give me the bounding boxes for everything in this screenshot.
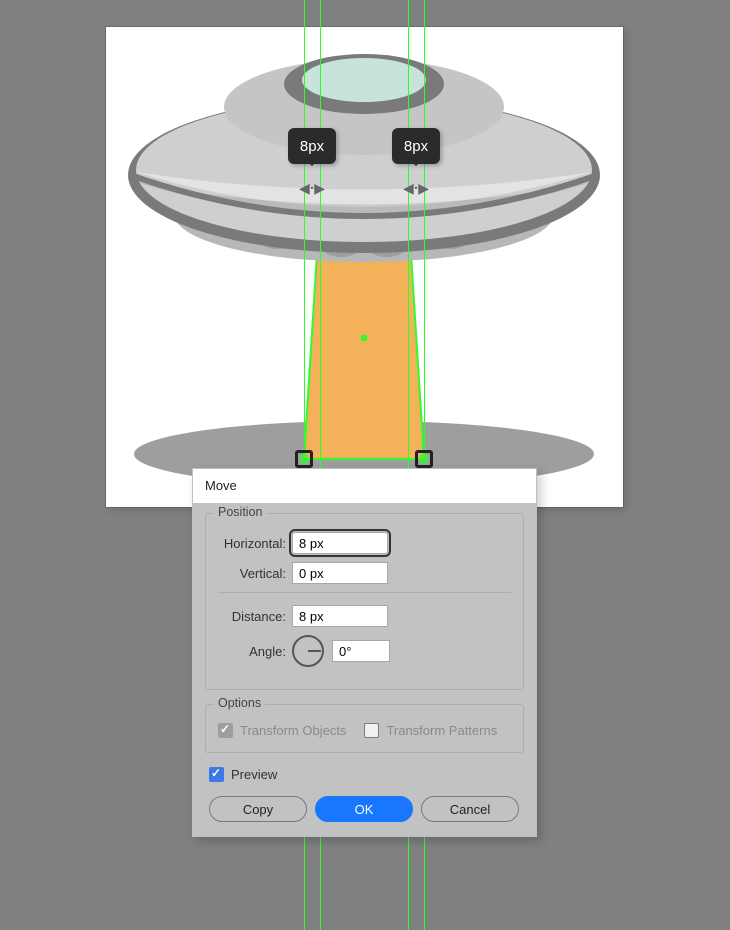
dimension-arrow-right: ◀ ▶: [403, 181, 429, 195]
copy-button[interactable]: Copy: [209, 796, 307, 822]
canvas-illustration: [106, 27, 623, 507]
vertical-label: Vertical:: [218, 566, 292, 581]
dialog-body: Position Horizontal: Vertical: Distance:…: [193, 503, 536, 836]
position-group-label: Position: [214, 505, 266, 519]
anchor-point-left[interactable]: [295, 450, 313, 468]
position-group: Position Horizontal: Vertical: Distance:…: [205, 513, 524, 690]
anchor-point-right[interactable]: [415, 450, 433, 468]
measure-badge-text: 8px: [300, 138, 324, 155]
preview-checkbox[interactable]: Preview: [209, 767, 524, 782]
vertical-input[interactable]: [292, 562, 388, 584]
dialog-buttons: Copy OK Cancel: [205, 796, 524, 822]
distance-label: Distance:: [218, 609, 292, 624]
separator: [218, 592, 511, 593]
angle-input[interactable]: [332, 640, 390, 662]
measure-badge-right: 8px: [392, 128, 440, 164]
measure-badge-text: 8px: [404, 138, 428, 155]
transform-objects-checkbox: Transform Objects: [218, 723, 346, 738]
transform-patterns-label: Transform Patterns: [386, 723, 497, 738]
dimension-arrow-left: ◀ ▶: [299, 181, 325, 195]
transform-patterns-checkbox: Transform Patterns: [364, 723, 497, 738]
checkbox-icon: [364, 723, 379, 738]
horizontal-input[interactable]: [292, 532, 388, 554]
preview-label: Preview: [231, 767, 277, 782]
cancel-button[interactable]: Cancel: [421, 796, 519, 822]
selection-center-point[interactable]: [361, 335, 367, 341]
transform-objects-label: Transform Objects: [240, 723, 346, 738]
move-dialog: Move Position Horizontal: Vertical: Dist…: [192, 468, 537, 837]
options-group: Options Transform Objects Transform Patt…: [205, 704, 524, 753]
dialog-title: Move: [193, 469, 536, 503]
ok-button[interactable]: OK: [315, 796, 413, 822]
distance-input[interactable]: [292, 605, 388, 627]
horizontal-label: Horizontal:: [218, 536, 292, 551]
angle-dial[interactable]: [292, 635, 324, 667]
checkbox-icon: [218, 723, 233, 738]
arrow-right-icon: ▶: [418, 181, 429, 195]
arrow-left-icon: ◀: [299, 181, 310, 195]
arrow-right-icon: ▶: [314, 181, 325, 195]
angle-label: Angle:: [218, 644, 292, 659]
options-group-label: Options: [214, 696, 265, 710]
arrow-left-icon: ◀: [403, 181, 414, 195]
checkbox-icon: [209, 767, 224, 782]
measure-badge-left: 8px: [288, 128, 336, 164]
